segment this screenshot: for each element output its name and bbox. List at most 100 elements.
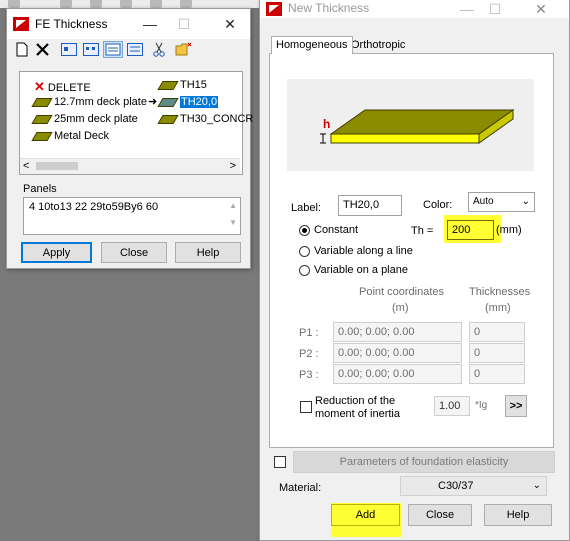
thicknesses-unit: (mm) bbox=[485, 302, 511, 314]
p3-thickness-field[interactable]: 0 bbox=[469, 364, 525, 384]
material-caption: Material: bbox=[279, 482, 322, 494]
minimize-button[interactable]: — bbox=[133, 9, 167, 39]
background-icon bbox=[180, 0, 192, 8]
list-item-th15[interactable]: TH15 bbox=[157, 79, 207, 91]
variable-line-radio[interactable] bbox=[299, 246, 310, 257]
label-field[interactable]: TH20,0 bbox=[338, 195, 402, 216]
maximize-button[interactable]: ☐ bbox=[167, 9, 201, 39]
panels-label: Panels bbox=[23, 183, 57, 195]
th-unit: (mm) bbox=[496, 224, 522, 236]
p2-thickness-field[interactable]: 0 bbox=[469, 343, 525, 363]
height-label: h bbox=[323, 117, 331, 131]
background-icon bbox=[8, 0, 20, 8]
tab-panel: h Label: TH20,0 Color: Auto ⌄ Constant T… bbox=[269, 53, 554, 448]
panels-field[interactable]: 4 10to13 22 29to59By6 60 ▲ ▼ bbox=[23, 197, 241, 235]
material-select[interactable]: C30/37 ⌄ bbox=[400, 476, 547, 496]
background-icon bbox=[90, 0, 102, 8]
panels-value: 4 10to13 22 29to59By6 60 bbox=[29, 201, 159, 213]
help-button[interactable]: Help bbox=[484, 504, 552, 526]
scroll-thumb[interactable] bbox=[36, 162, 78, 170]
background-icon bbox=[120, 0, 132, 8]
cut-icon[interactable] bbox=[153, 42, 165, 57]
list-item-delete[interactable]: ✕ DELETE bbox=[34, 79, 91, 95]
point-coords-unit: (m) bbox=[392, 302, 409, 314]
foundation-checkbox[interactable] bbox=[274, 456, 286, 468]
constant-label: Constant bbox=[314, 224, 359, 236]
ig-label: *Ig bbox=[475, 400, 488, 411]
title-bar: New Thickness — ☐ ✕ bbox=[260, 0, 569, 18]
plate-icon bbox=[157, 97, 179, 107]
app-logo-icon bbox=[266, 2, 282, 16]
delete-x-icon: ✕ bbox=[34, 79, 45, 94]
apply-button[interactable]: Apply bbox=[21, 242, 92, 263]
point-coords-header: Point coordinates bbox=[359, 286, 444, 298]
list-view-icon[interactable] bbox=[103, 41, 123, 58]
window-title: New Thickness bbox=[288, 1, 370, 15]
plate-icon bbox=[31, 131, 53, 141]
background-icon bbox=[60, 0, 72, 8]
close-button[interactable]: Close bbox=[101, 242, 167, 263]
maximize-button[interactable]: ☐ bbox=[478, 0, 512, 20]
new-thickness-window: New Thickness — ☐ ✕ Homogeneous Orthotro… bbox=[259, 0, 570, 541]
list-item-12-7mm[interactable]: 12.7mm deck plate bbox=[31, 96, 147, 108]
fe-thickness-window: FE Thickness — ☐ ✕ ✕ DELETE TH15 12.7mm d… bbox=[6, 8, 253, 269]
p1-label: P1 : bbox=[299, 327, 319, 339]
panels-scroll-down-icon[interactable]: ▼ bbox=[229, 218, 237, 227]
list-item-25mm[interactable]: 25mm deck plate bbox=[31, 113, 138, 125]
current-arrow-icon: ➜ bbox=[148, 96, 158, 108]
app-logo-icon bbox=[13, 17, 29, 31]
more-options-button[interactable]: >> bbox=[505, 395, 527, 417]
panels-scroll-up-icon[interactable]: ▲ bbox=[229, 201, 237, 210]
reduction-field[interactable]: 1.00 bbox=[434, 396, 470, 416]
small-icons-view-icon[interactable] bbox=[83, 43, 99, 56]
thickness-list[interactable]: ✕ DELETE TH15 12.7mm deck plate ➜ TH20,0 … bbox=[19, 71, 253, 175]
open-folder-icon[interactable] bbox=[175, 42, 192, 57]
p2-label: P2 : bbox=[299, 348, 319, 360]
list-item-metal-deck[interactable]: Metal Deck bbox=[31, 130, 109, 142]
large-icons-view-icon[interactable] bbox=[61, 43, 77, 56]
p1-coords-field[interactable]: 0.00; 0.00; 0.00 bbox=[333, 322, 462, 342]
reduction-label-1: Reduction of the bbox=[315, 395, 396, 407]
reduction-label-2: moment of inertia bbox=[315, 408, 400, 420]
chevron-down-icon: ⌄ bbox=[532, 480, 541, 491]
help-button[interactable]: Help bbox=[175, 242, 241, 263]
variable-plane-radio[interactable] bbox=[299, 265, 310, 276]
delete-icon[interactable] bbox=[35, 42, 50, 57]
chevron-down-icon: ⌄ bbox=[521, 196, 530, 207]
close-window-button[interactable]: ✕ bbox=[213, 9, 247, 39]
add-button[interactable]: Add bbox=[331, 504, 400, 526]
list-item-th20[interactable]: TH20,0 bbox=[157, 96, 219, 108]
p2-coords-field[interactable]: 0.00; 0.00; 0.00 bbox=[333, 343, 462, 363]
close-window-button[interactable]: ✕ bbox=[524, 0, 558, 20]
label-caption: Label: bbox=[291, 202, 321, 214]
details-view-icon[interactable] bbox=[127, 43, 143, 56]
scroll-right-icon[interactable]: > bbox=[230, 159, 236, 174]
p3-coords-field[interactable]: 0.00; 0.00; 0.00 bbox=[333, 364, 462, 384]
reduction-checkbox[interactable] bbox=[300, 401, 312, 413]
close-button[interactable]: Close bbox=[408, 504, 472, 526]
variable-plane-label: Variable on a plane bbox=[314, 264, 408, 276]
foundation-button[interactable]: Parameters of foundation elasticity bbox=[293, 451, 555, 473]
color-select[interactable]: Auto ⌄ bbox=[468, 192, 535, 212]
tab-orthotropic[interactable]: Orthotropic bbox=[349, 38, 407, 52]
th-field[interactable]: 200 bbox=[447, 220, 494, 240]
scroll-left-icon[interactable]: < bbox=[23, 159, 29, 174]
constant-radio[interactable] bbox=[299, 225, 310, 236]
plate-icon bbox=[31, 114, 53, 124]
horizontal-scrollbar[interactable]: < > bbox=[20, 158, 240, 174]
background-icon bbox=[150, 0, 162, 8]
th-caption: Th = bbox=[411, 225, 434, 237]
plate-icon bbox=[157, 114, 179, 124]
plate-icon bbox=[157, 80, 179, 90]
p1-thickness-field[interactable]: 0 bbox=[469, 322, 525, 342]
color-caption: Color: bbox=[423, 199, 453, 211]
window-title: FE Thickness bbox=[35, 17, 108, 31]
plate-icon bbox=[31, 97, 53, 107]
list-item-th30[interactable]: TH30_CONCR bbox=[157, 113, 253, 125]
p3-label: P3 : bbox=[299, 369, 319, 381]
tab-homogeneous[interactable]: Homogeneous bbox=[271, 36, 353, 54]
variable-line-label: Variable along a line bbox=[314, 245, 413, 257]
thicknesses-header: Thicknesses bbox=[469, 286, 531, 298]
new-document-icon[interactable] bbox=[15, 42, 29, 57]
title-bar: FE Thickness — ☐ ✕ bbox=[7, 9, 250, 39]
